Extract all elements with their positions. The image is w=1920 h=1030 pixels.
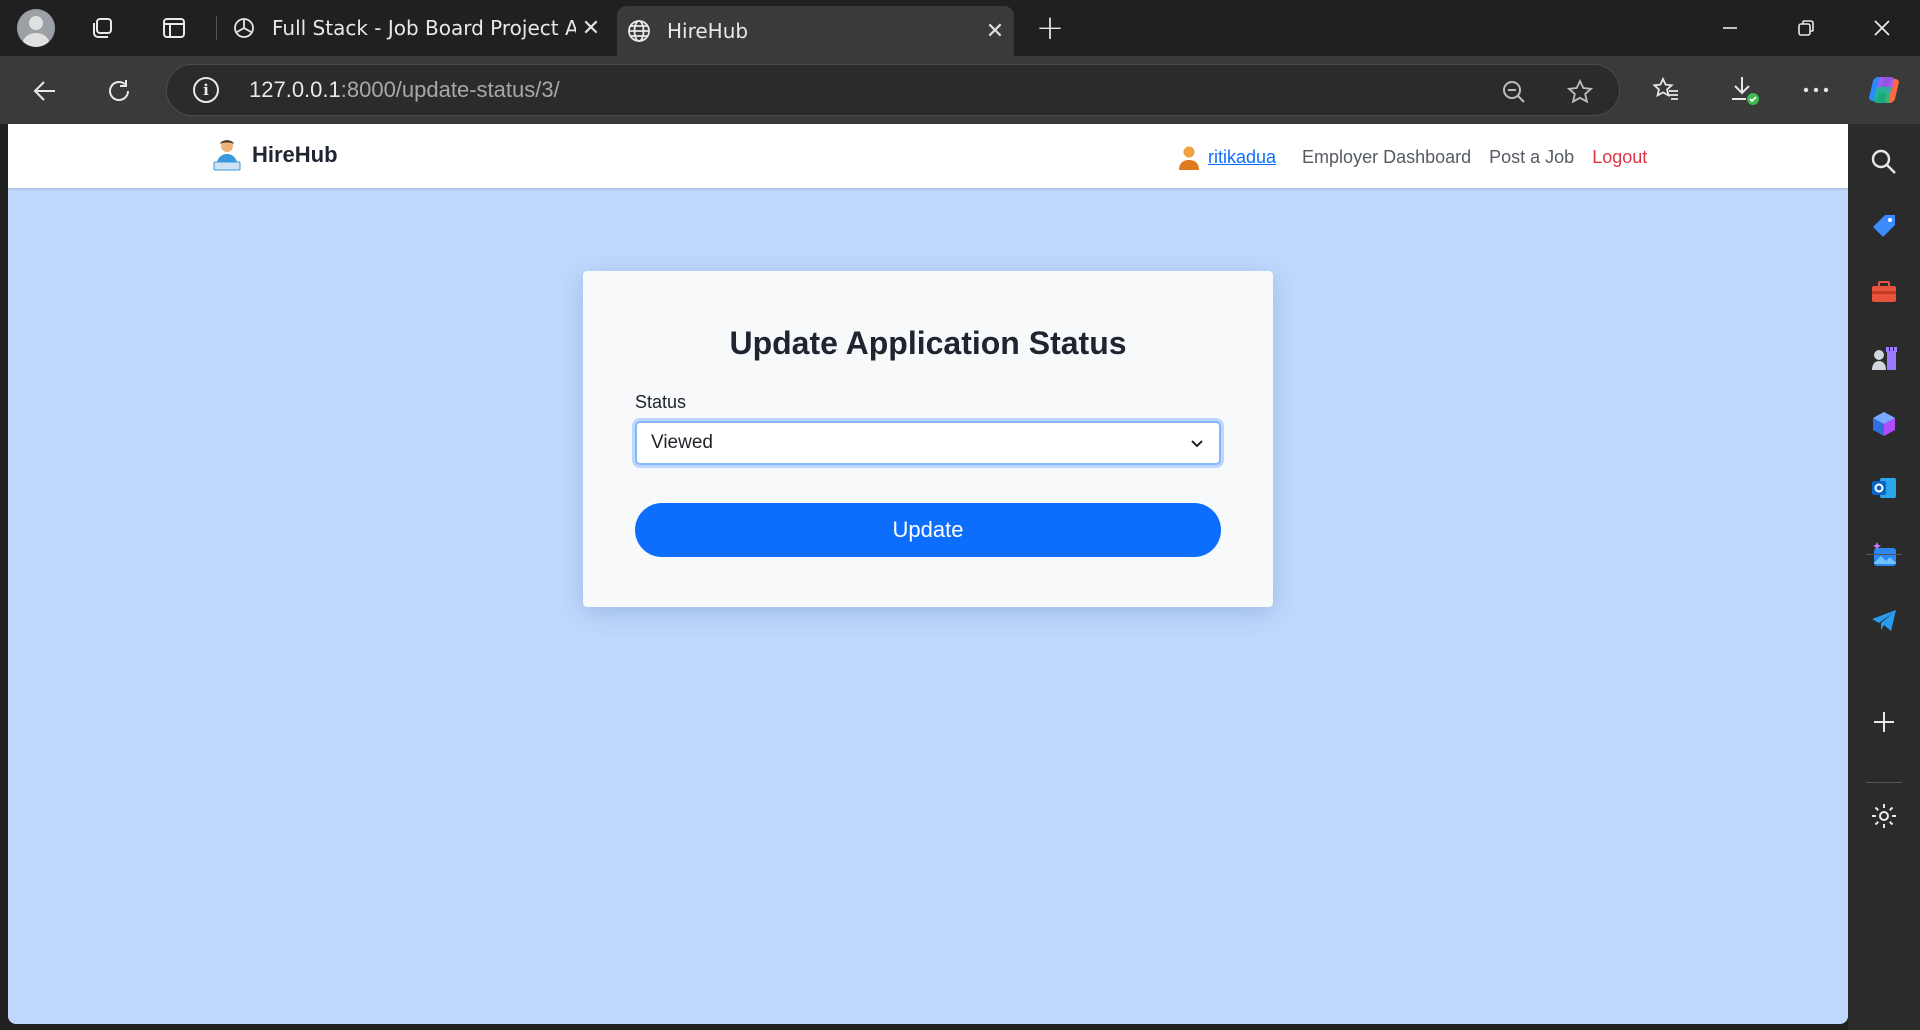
browser-sidebar (1848, 124, 1920, 1030)
chatgpt-icon (230, 14, 258, 42)
globe-icon (625, 17, 653, 45)
tools-briefcase-icon[interactable] (1868, 276, 1900, 308)
chevron-down-icon (1189, 435, 1205, 451)
brand-name: HireHub (252, 142, 338, 167)
copilot-icon[interactable] (1864, 70, 1904, 110)
site-info-icon[interactable]: i (193, 77, 219, 103)
profile-avatar[interactable] (17, 9, 55, 47)
employer-dashboard-link[interactable]: Employer Dashboard (1302, 147, 1471, 168)
tab-actions-icon[interactable] (154, 10, 194, 46)
send-telegram-icon[interactable] (1868, 604, 1900, 636)
refresh-button[interactable] (96, 68, 142, 114)
close-window-button[interactable] (1852, 8, 1912, 48)
logout-link[interactable]: Logout (1592, 147, 1647, 168)
status-label: Status (635, 392, 687, 412)
page-title: Update Application Status (729, 325, 1127, 361)
back-button[interactable] (22, 68, 68, 114)
copilot-sidebar-icon[interactable] (1868, 408, 1900, 440)
restore-button[interactable] (1776, 8, 1836, 48)
username-link[interactable]: ritikadua (1208, 147, 1276, 168)
new-tab-button[interactable]: + (1030, 8, 1070, 48)
favorites-icon[interactable] (1646, 70, 1686, 110)
add-icon[interactable] (1868, 706, 1900, 738)
tab-title: HireHub (667, 19, 749, 43)
update-status-card: Update Application Status Status Viewed … (583, 271, 1273, 607)
browser-toolbar: i 127.0.0.1:8000/update-status/3/ (0, 56, 1920, 124)
status-select[interactable]: Viewed (635, 421, 1221, 465)
workspaces-icon[interactable] (82, 10, 122, 46)
minimize-button[interactable] (1700, 8, 1760, 48)
close-tab-icon[interactable]: ✕ (576, 16, 606, 41)
sidebar-divider (1866, 554, 1902, 555)
favorite-star-icon[interactable] (1565, 77, 1595, 107)
tab-hirehub[interactable]: HireHub ✕ (617, 6, 1014, 56)
address-bar[interactable]: i 127.0.0.1:8000/update-status/3/ (166, 64, 1620, 116)
downloads-icon[interactable] (1724, 70, 1764, 110)
tab-separator (216, 16, 217, 40)
page-viewport: HireHub ritikadua Employer Dashboard Pos… (8, 124, 1848, 1024)
games-icon[interactable] (1868, 342, 1900, 374)
browser-titlebar: Full Stack - Job Board Project Adv ✕ Hir… (0, 0, 1920, 56)
tab-title: Full Stack - Job Board Project Adv (272, 16, 576, 40)
url-text[interactable]: 127.0.0.1:8000/update-status/3/ (249, 77, 560, 103)
post-job-link[interactable]: Post a Job (1489, 147, 1574, 168)
user-laptop-icon (212, 138, 242, 172)
brand-logo-link[interactable]: HireHub (212, 138, 338, 172)
sidebar-divider (1866, 782, 1902, 783)
zoom-out-icon[interactable] (1499, 77, 1529, 107)
navbar-links: ritikadua Employer Dashboard Post a Job … (1178, 144, 1647, 170)
settings-gear-icon[interactable] (1868, 800, 1900, 832)
more-options-icon[interactable] (1796, 70, 1836, 110)
person-icon (1178, 145, 1200, 171)
tab-job-board[interactable]: Full Stack - Job Board Project Adv ✕ (222, 6, 610, 50)
shopping-tag-icon[interactable] (1868, 210, 1900, 242)
site-navbar: HireHub ritikadua Employer Dashboard Pos… (8, 124, 1848, 188)
close-tab-icon[interactable]: ✕ (980, 19, 1010, 44)
update-button[interactable]: Update (635, 503, 1221, 557)
outlook-icon[interactable] (1868, 472, 1900, 504)
search-icon[interactable] (1868, 146, 1900, 178)
status-selected-value: Viewed (651, 432, 713, 453)
